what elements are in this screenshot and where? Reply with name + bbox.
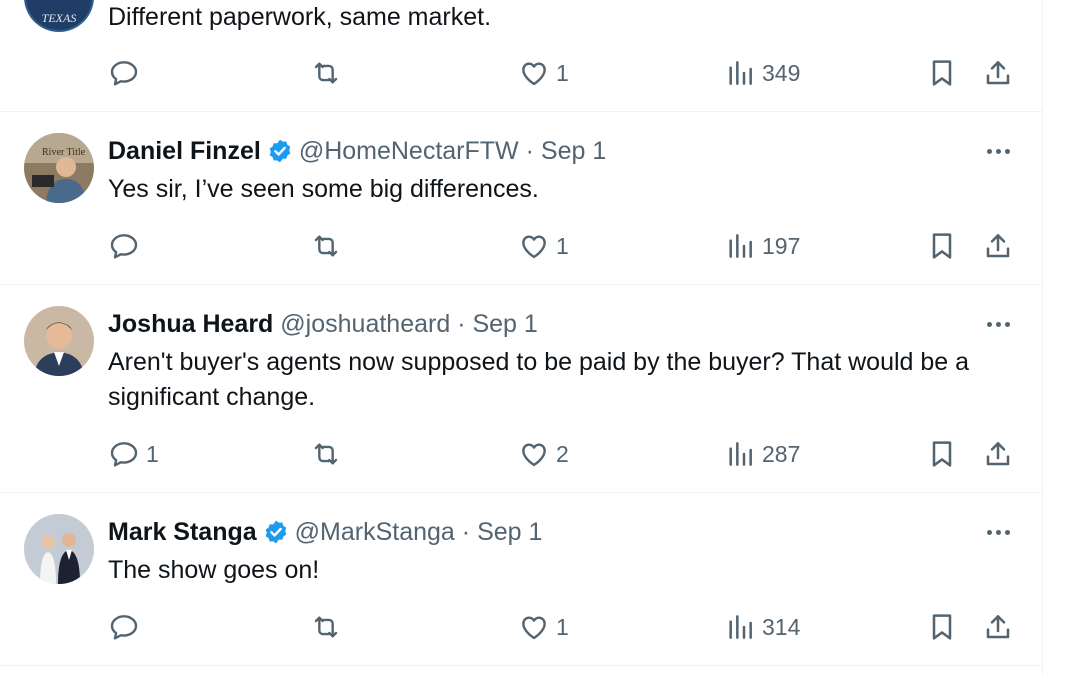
reply-button[interactable] <box>108 57 146 89</box>
retweet-icon <box>310 611 342 643</box>
retweet-button[interactable] <box>310 230 348 262</box>
avatar[interactable]: River Title <box>24 133 94 203</box>
views-icon <box>724 57 756 89</box>
avatar[interactable] <box>24 514 94 584</box>
separator-dot: · <box>525 137 534 165</box>
author-handle[interactable]: @HomeNectarFTW <box>299 137 519 165</box>
separator-dot: · <box>457 310 466 338</box>
verified-badge-icon <box>263 519 289 545</box>
tweet-header: Daniel Finzel @HomeNectarFTW · Sep 1 <box>108 134 606 168</box>
bookmark-button[interactable] <box>926 611 958 643</box>
avatar[interactable] <box>24 306 94 376</box>
author-name[interactable]: Mark Stanga <box>108 518 257 546</box>
like-icon <box>518 611 550 643</box>
more-icon <box>986 321 992 327</box>
author-handle[interactable]: @MarkStanga <box>295 518 455 546</box>
views-count: 287 <box>762 440 801 467</box>
share-button[interactable] <box>982 438 1014 470</box>
like-button[interactable]: 1 <box>518 57 569 89</box>
like-button[interactable]: 2 <box>518 438 569 470</box>
like-count: 2 <box>556 440 569 467</box>
tweet-header: Joshua Heard @joshuatheard · Sep 1 <box>108 307 538 341</box>
tweet-date[interactable]: Sep 1 <box>477 518 542 546</box>
bookmark-icon <box>926 230 958 262</box>
retweet-icon <box>310 438 342 470</box>
separator-dot: · <box>461 518 471 546</box>
author-handle[interactable]: @joshuatheard <box>280 310 450 338</box>
share-button[interactable] <box>982 230 1014 262</box>
retweet-button[interactable] <box>310 438 348 470</box>
author-name[interactable]: Daniel Finzel <box>108 137 261 165</box>
share-button[interactable] <box>982 611 1014 643</box>
bookmark-button[interactable] <box>926 57 958 89</box>
avatar-badge-text: TEXAS <box>42 11 77 25</box>
bookmark-icon <box>926 57 958 89</box>
tweet-header: Mark Stanga @MarkStanga · Sep 1 <box>108 515 542 549</box>
reply-icon <box>108 438 140 470</box>
retweet-icon <box>310 57 342 89</box>
tweet-feed: TEXAS Different paperwork, same market. … <box>0 0 1042 675</box>
like-count: 1 <box>556 232 569 259</box>
like-count: 1 <box>556 59 569 86</box>
more-options-button[interactable] <box>982 141 1014 161</box>
tweet-date[interactable]: Sep 1 <box>472 310 537 338</box>
views-count: 197 <box>762 232 801 259</box>
views-button[interactable]: 349 <box>724 57 800 89</box>
share-icon <box>982 57 1014 89</box>
tweet-divider <box>0 665 1042 666</box>
views-icon <box>724 611 756 643</box>
views-button[interactable]: 287 <box>724 438 800 470</box>
reply-button[interactable] <box>108 611 146 643</box>
more-options-button[interactable] <box>982 314 1014 334</box>
more-options-button[interactable] <box>982 522 1014 542</box>
bookmark-icon <box>926 438 958 470</box>
reply-icon <box>108 57 140 89</box>
reply-count: 1 <box>146 440 159 467</box>
views-icon <box>724 438 756 470</box>
tweet-date[interactable]: Sep 1 <box>541 137 606 165</box>
views-button[interactable]: 197 <box>724 230 800 262</box>
tweet-text: Different paperwork, same market. <box>108 3 492 31</box>
retweet-button[interactable] <box>310 57 348 89</box>
reply-icon <box>108 230 140 262</box>
bookmark-button[interactable] <box>926 230 958 262</box>
svg-text:River Title: River Title <box>42 147 86 158</box>
tweet-text: Aren't buyer's agents now supposed to be… <box>108 348 970 411</box>
like-button[interactable]: 1 <box>518 611 569 643</box>
like-icon <box>518 438 550 470</box>
retweet-button[interactable] <box>310 611 348 643</box>
bookmark-icon <box>926 611 958 643</box>
views-icon <box>724 230 756 262</box>
retweet-icon <box>310 230 342 262</box>
like-icon <box>518 57 550 89</box>
reply-button[interactable]: 1 <box>108 438 159 470</box>
author-name[interactable]: Joshua Heard <box>108 310 273 338</box>
share-icon <box>982 611 1014 643</box>
tweet-divider <box>0 111 1042 112</box>
reply-icon <box>108 611 140 643</box>
tweet-text: Yes sir, I’ve seen some big differences. <box>108 175 539 203</box>
tweet-divider <box>0 284 1042 285</box>
share-button[interactable] <box>982 57 1014 89</box>
views-count: 314 <box>762 613 801 640</box>
avatar[interactable]: TEXAS <box>24 0 94 32</box>
tweet-text: The show goes on! <box>108 556 320 584</box>
share-icon <box>982 438 1014 470</box>
column-border <box>1042 0 1043 675</box>
tweet-divider <box>0 492 1042 493</box>
like-icon <box>518 230 550 262</box>
like-button[interactable]: 1 <box>518 230 569 262</box>
more-icon <box>986 148 992 154</box>
views-button[interactable]: 314 <box>724 611 800 643</box>
like-count: 1 <box>556 613 569 640</box>
views-count: 349 <box>762 59 801 86</box>
verified-badge-icon <box>267 138 293 164</box>
reply-button[interactable] <box>108 230 146 262</box>
bookmark-button[interactable] <box>926 438 958 470</box>
share-icon <box>982 230 1014 262</box>
more-icon <box>986 529 992 535</box>
